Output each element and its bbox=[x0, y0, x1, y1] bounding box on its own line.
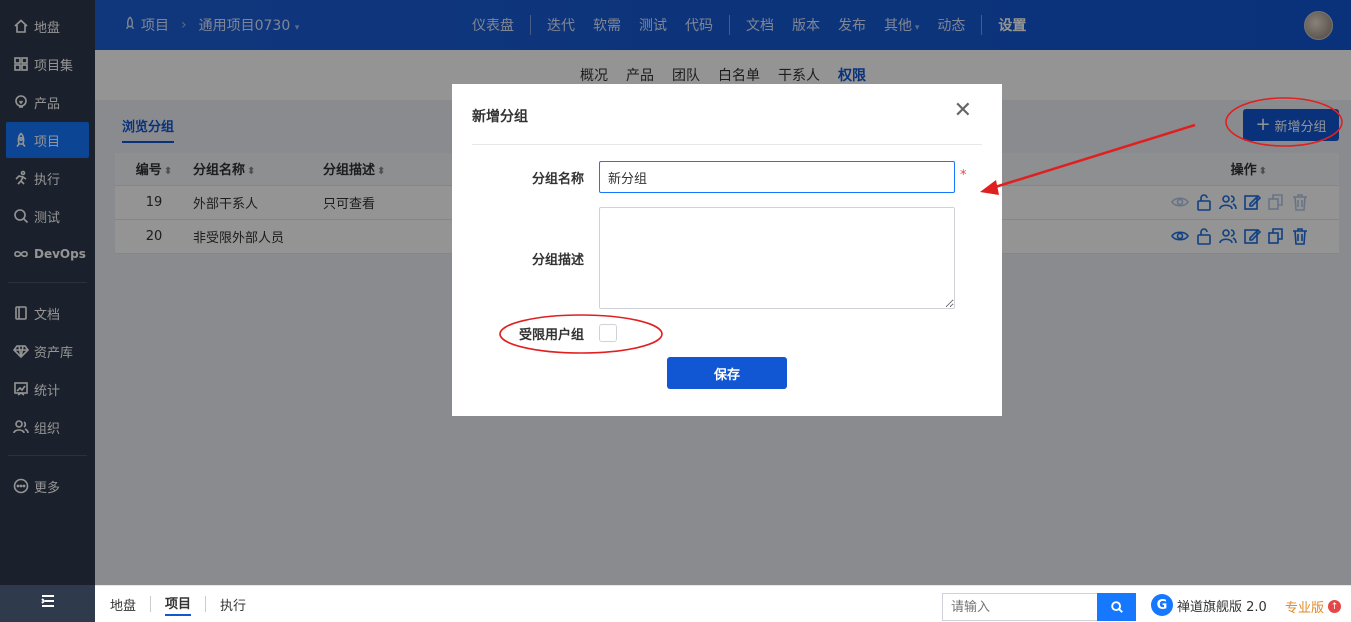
search-input[interactable] bbox=[942, 593, 1097, 621]
footer-crumb-dashboard[interactable]: 地盘 bbox=[110, 595, 136, 614]
dialog-divider bbox=[472, 144, 982, 145]
brand-name: 禅道旗舰版 2.0 bbox=[1177, 599, 1267, 615]
menu-collapse-icon bbox=[39, 592, 57, 614]
footer: 地盘 项目 执行 G 禅道旗舰版 2.0 专业版 ↑ bbox=[95, 585, 1351, 622]
upgrade-icon: ↑ bbox=[1328, 600, 1342, 613]
brand: G 禅道旗舰版 2.0 bbox=[1151, 594, 1267, 616]
group-desc-textarea[interactable] bbox=[599, 207, 955, 309]
required-mark: * bbox=[960, 168, 967, 183]
edition-badge[interactable]: 专业版 ↑ bbox=[1285, 597, 1342, 616]
group-name-label: 分组名称 bbox=[531, 172, 584, 187]
limited-group-checkbox[interactable] bbox=[599, 324, 617, 342]
search-icon bbox=[1110, 601, 1123, 613]
search-button[interactable] bbox=[1097, 593, 1136, 621]
edition-label: 专业版 bbox=[1285, 601, 1325, 616]
collapse-sidebar-button[interactable] bbox=[0, 584, 95, 622]
save-button[interactable]: 保存 bbox=[667, 357, 787, 389]
group-name-input[interactable] bbox=[599, 161, 955, 193]
global-search bbox=[942, 593, 1136, 621]
add-group-dialog: 新增分组 ✕ 分组名称 * 分组描述 受限用户组 保存 bbox=[452, 84, 1002, 416]
footer-crumb-project[interactable]: 项目 bbox=[165, 593, 192, 616]
footer-divider bbox=[150, 596, 152, 612]
footer-divider bbox=[205, 596, 207, 612]
zentao-logo-icon: G bbox=[1151, 594, 1173, 616]
group-desc-label: 分组描述 bbox=[531, 253, 584, 268]
footer-crumb-execution[interactable]: 执行 bbox=[220, 595, 246, 614]
dialog-title: 新增分组 bbox=[472, 109, 528, 125]
close-icon[interactable]: ✕ bbox=[954, 98, 972, 123]
limited-group-label: 受限用户组 bbox=[518, 328, 584, 343]
